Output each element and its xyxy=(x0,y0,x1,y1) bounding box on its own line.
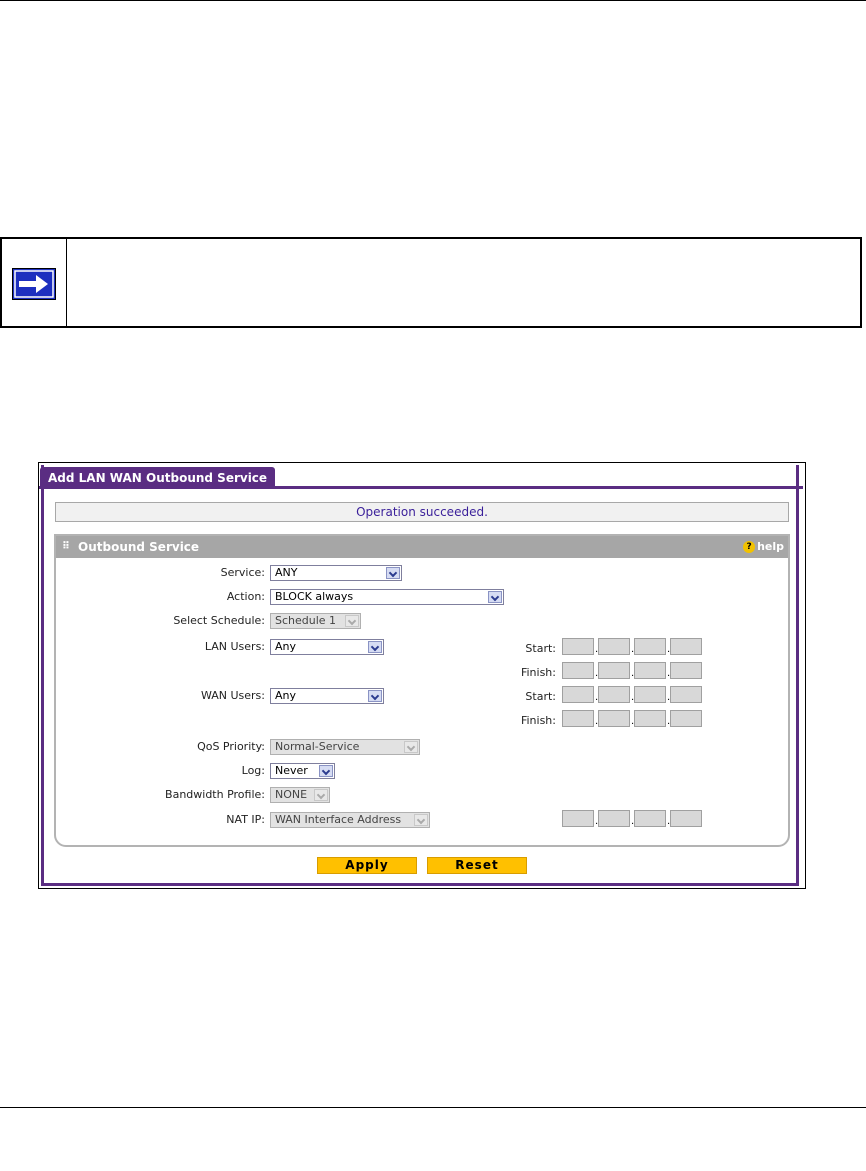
help-label: help xyxy=(757,540,784,553)
reset-button[interactable]: Reset xyxy=(427,857,527,874)
panel-title: Outbound Service xyxy=(78,540,200,554)
nat-ip-label: NAT IP: xyxy=(226,813,265,826)
lan-finish-label: Finish: xyxy=(520,666,556,679)
ip-octet[interactable] xyxy=(598,662,630,679)
tab-add-lan-wan-outbound-service[interactable]: Add LAN WAN Outbound Service xyxy=(40,467,276,489)
ip-octet[interactable] xyxy=(634,638,666,655)
ip-octet[interactable] xyxy=(562,638,594,655)
help-link[interactable]: ? help xyxy=(743,536,784,558)
ip-octet[interactable] xyxy=(562,810,594,827)
outbound-service-panel: ⠿ Outbound Service ? help Service: ANY Ac… xyxy=(54,534,790,847)
service-value: ANY xyxy=(275,566,298,579)
ip-octet[interactable] xyxy=(670,810,702,827)
ip-octet[interactable] xyxy=(598,638,630,655)
chevron-down-icon xyxy=(414,814,428,826)
chevron-down-icon xyxy=(488,591,502,603)
log-select[interactable]: Never xyxy=(270,763,335,779)
ip-octet[interactable] xyxy=(670,638,702,655)
ip-octet[interactable] xyxy=(670,686,702,703)
schedule-value: Schedule 1 xyxy=(275,614,337,627)
chevron-down-icon xyxy=(319,765,333,777)
ip-octet[interactable] xyxy=(634,662,666,679)
qos-value: Normal-Service xyxy=(275,740,360,753)
ip-octet[interactable] xyxy=(562,710,594,727)
router-ui-screenshot: Add LAN WAN Outbound Service Operation s… xyxy=(38,462,806,889)
bandwidth-value: NONE xyxy=(275,788,308,801)
ip-octet[interactable] xyxy=(598,686,630,703)
schedule-label: Select Schedule: xyxy=(173,614,265,627)
service-label: Service: xyxy=(220,566,265,579)
apply-button[interactable]: Apply xyxy=(317,857,417,874)
ip-octet[interactable] xyxy=(670,710,702,727)
ip-octet[interactable] xyxy=(562,686,594,703)
qos-label: QoS Priority: xyxy=(197,740,265,753)
service-select[interactable]: ANY xyxy=(270,565,402,581)
ip-octet[interactable] xyxy=(634,810,666,827)
bandwidth-select[interactable]: NONE xyxy=(270,787,330,803)
status-message: Operation succeeded. xyxy=(55,502,789,522)
lan-start-label: Start: xyxy=(525,642,556,655)
bandwidth-label: Bandwidth Profile: xyxy=(165,788,265,801)
chevron-down-icon xyxy=(404,741,418,753)
ip-octet[interactable] xyxy=(634,710,666,727)
qos-select[interactable]: Normal-Service xyxy=(270,739,420,755)
wan-users-value: Any xyxy=(275,689,297,702)
action-label: Action: xyxy=(226,590,265,603)
ip-octet[interactable] xyxy=(670,662,702,679)
ip-octet[interactable] xyxy=(634,686,666,703)
ip-octet[interactable] xyxy=(598,710,630,727)
chevron-down-icon xyxy=(386,567,400,579)
top-rule xyxy=(0,0,866,1)
nat-ip-value: WAN Interface Address xyxy=(275,813,402,826)
note-icon-cell xyxy=(2,239,67,326)
schedule-select[interactable]: Schedule 1 xyxy=(270,613,361,629)
lan-users-value: Any xyxy=(275,640,297,653)
ip-octet[interactable] xyxy=(562,662,594,679)
wan-users-label: WAN Users: xyxy=(200,689,265,702)
arrow-right-icon xyxy=(12,268,56,300)
bottom-rule xyxy=(0,1107,866,1108)
lan-users-label: LAN Users: xyxy=(204,640,265,653)
chevron-down-icon xyxy=(314,789,328,801)
action-select[interactable]: BLOCK always xyxy=(270,589,504,605)
log-value: Never xyxy=(275,764,308,777)
grip-icon: ⠿ xyxy=(62,541,70,552)
ip-octet[interactable] xyxy=(598,810,630,827)
help-icon: ? xyxy=(743,541,756,553)
note-box xyxy=(0,237,862,328)
action-value: BLOCK always xyxy=(275,590,354,603)
wan-finish-label: Finish: xyxy=(520,714,556,727)
nat-ip-select[interactable]: WAN Interface Address xyxy=(270,812,430,828)
log-label: Log: xyxy=(241,764,265,777)
wan-start-label: Start: xyxy=(525,690,556,703)
panel-header: ⠿ Outbound Service ? help xyxy=(56,536,788,558)
chevron-down-icon xyxy=(345,615,359,627)
